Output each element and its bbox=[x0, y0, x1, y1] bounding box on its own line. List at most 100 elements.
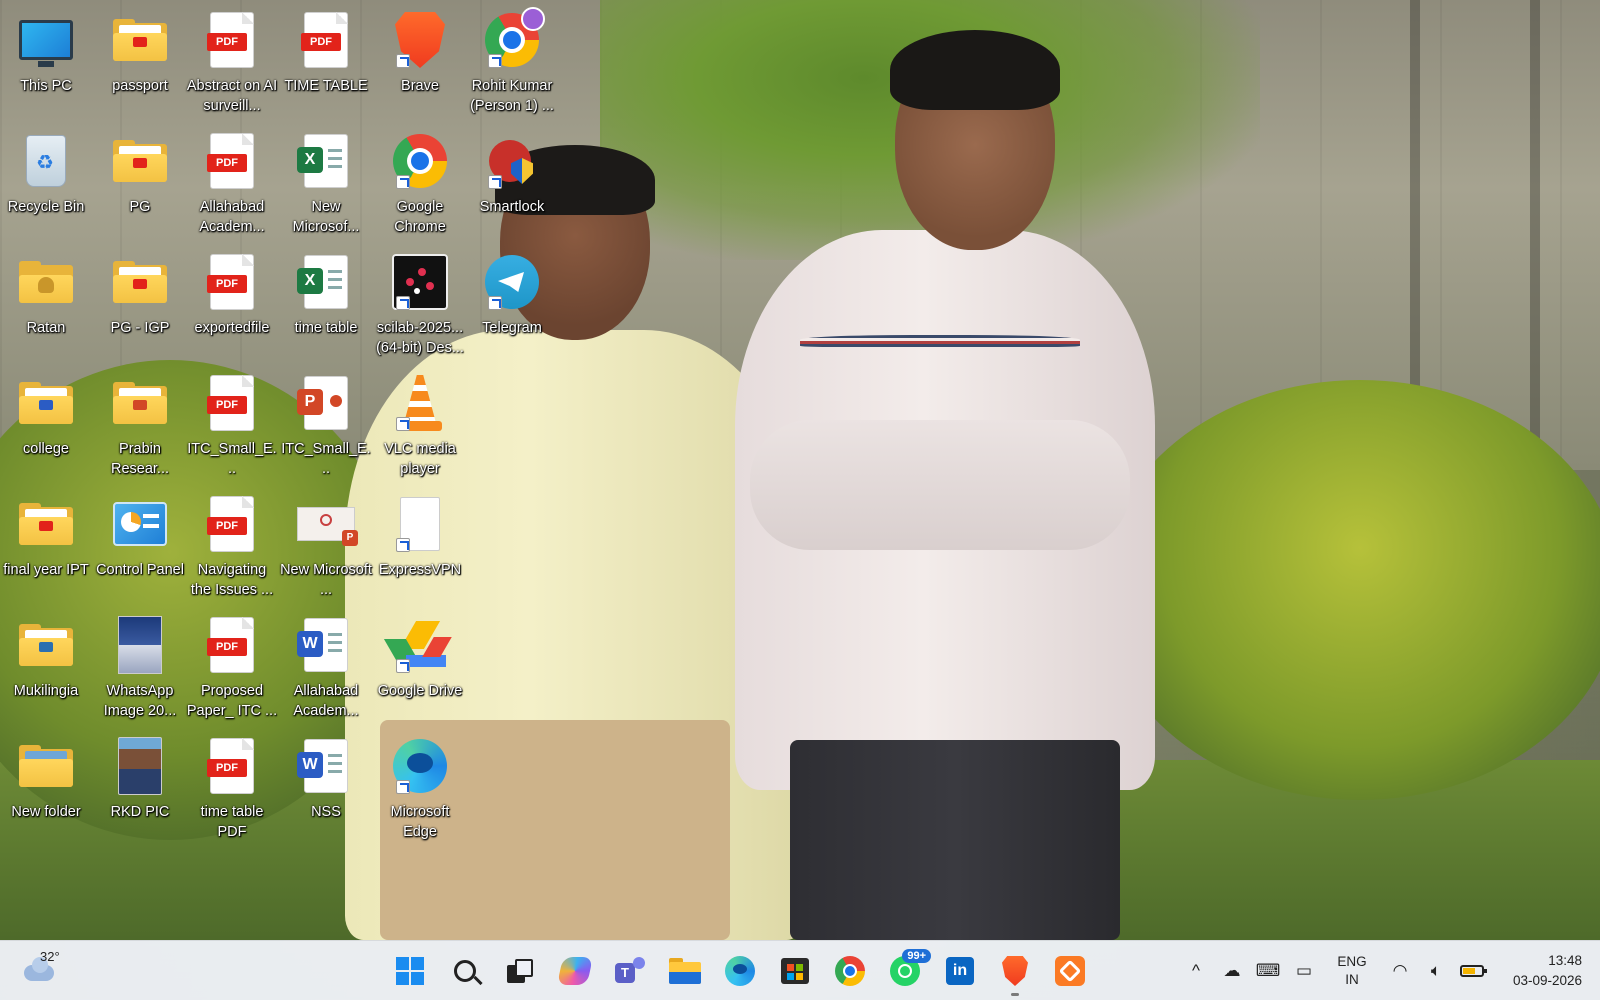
desktop-icon-label: Navigating the Issues ... bbox=[190, 562, 274, 598]
desktop-icon-label: Prabin Resear... bbox=[110, 441, 170, 477]
copilot-icon bbox=[557, 957, 593, 985]
cloud-off-icon: ☁ bbox=[1223, 961, 1241, 980]
desktop-icon-pdf[interactable]: PDF Allahabad Academ... bbox=[186, 127, 278, 245]
desktop-icon-telegram[interactable]: Telegram bbox=[466, 248, 558, 366]
desktop-icon-ratan[interactable]: Ratan bbox=[0, 248, 92, 366]
desktop-icon-label: college bbox=[23, 441, 69, 457]
show-hidden-icons-button[interactable]: ^ bbox=[1178, 953, 1214, 989]
desktop-icon-microsoft-edge[interactable]: Microsoft Edge bbox=[374, 732, 466, 850]
desktop-icon-pdf[interactable]: PDF exportedfile bbox=[186, 248, 278, 366]
brave-button[interactable] bbox=[993, 949, 1037, 996]
desktop-icon-label: Recycle Bin bbox=[7, 199, 85, 215]
desktop-icon-vlc[interactable]: VLC media player bbox=[374, 369, 466, 487]
task-view-button[interactable] bbox=[498, 949, 542, 993]
chrome-button[interactable] bbox=[828, 949, 872, 993]
xampp-button[interactable] bbox=[1048, 949, 1092, 993]
desktop-icon-pdf[interactable]: PDF ITC_Small_E... bbox=[186, 369, 278, 487]
desktop-icon-google-drive[interactable]: Google Drive bbox=[374, 611, 466, 729]
user-folder-icon bbox=[16, 252, 76, 312]
desktop-icon-passport[interactable]: passport bbox=[94, 6, 186, 124]
volume-button[interactable]: 🔈︎ bbox=[1418, 953, 1454, 989]
onedrive-status[interactable]: ☁ bbox=[1214, 953, 1250, 989]
desktop-icon-recycle-bin[interactable]: Recycle Bin bbox=[0, 127, 92, 245]
desktop-icon-this-pc[interactable]: This PC bbox=[0, 6, 92, 124]
desktop-icon-final-year-ipt[interactable]: final year IPT bbox=[0, 490, 92, 608]
desktop-icon-word[interactable]: W Allahabad Academ... bbox=[280, 611, 372, 729]
desktop-icon-pdf[interactable]: PDF TIME TABLE bbox=[280, 6, 372, 124]
desktop-icon-label: PG bbox=[129, 199, 151, 215]
desktop-icon-pdf[interactable]: PDF Navigating the Issues ... bbox=[186, 490, 278, 608]
desktop-icon-brave[interactable]: Brave bbox=[374, 6, 466, 124]
clock-date: 03-09-2026 bbox=[1512, 973, 1582, 988]
store-button[interactable] bbox=[773, 949, 817, 993]
clock[interactable]: 13:48 03-09-2026 bbox=[1490, 951, 1600, 991]
desktop-icon-new-folder[interactable]: New folder bbox=[0, 732, 92, 850]
search-button[interactable] bbox=[443, 949, 487, 993]
copilot-button[interactable] bbox=[553, 949, 597, 993]
desktop-icon-prabin-research[interactable]: Prabin Resear... bbox=[94, 369, 186, 487]
desktop-icon-powerpoint-image[interactable]: P New Microsoft ... bbox=[280, 490, 372, 608]
desktop-icon-pg-igp[interactable]: PG - IGP bbox=[94, 248, 186, 366]
task-view-icon bbox=[507, 959, 533, 983]
language-indicator[interactable]: ENG IN bbox=[1322, 953, 1382, 989]
desktop-icon-label: Proposed Paper_ ITC ... bbox=[186, 683, 278, 719]
desktop-icon-label: Rohit Kumar (Person 1) ... bbox=[470, 78, 554, 114]
wifi-icon: ◠ bbox=[1392, 961, 1408, 980]
desktop-icon-powerpoint[interactable]: P ITC_Small_E... bbox=[280, 369, 372, 487]
telegram-icon bbox=[482, 252, 542, 312]
desktop-icon-word[interactable]: W NSS bbox=[280, 732, 372, 850]
desktop-icon-pdf[interactable]: PDF Abstract on AI surveill... bbox=[186, 6, 278, 124]
network-button[interactable]: ◠ bbox=[1382, 953, 1418, 989]
edge-icon bbox=[725, 956, 755, 986]
folder-icon bbox=[16, 373, 76, 433]
control-panel-icon bbox=[110, 494, 170, 554]
touch-keyboard-button[interactable]: ⌨ bbox=[1250, 953, 1286, 989]
desktop-icon-excel[interactable]: X time table bbox=[280, 248, 372, 366]
whatsapp-button[interactable]: 99+ bbox=[883, 949, 931, 993]
pdf-icon: PDF bbox=[202, 373, 262, 433]
pdf-icon: PDF bbox=[202, 494, 262, 554]
desktop-icon-chrome-profile[interactable]: Rohit Kumar (Person 1) ... bbox=[466, 6, 558, 124]
folder-icon bbox=[16, 615, 76, 675]
pdf-icon: PDF bbox=[202, 131, 262, 191]
desktop-icon-rkd-pic[interactable]: RKD PIC bbox=[94, 732, 186, 850]
pen-menu-button[interactable]: ▭ bbox=[1286, 953, 1322, 989]
folder-icon bbox=[110, 252, 170, 312]
desktop-icon-excel[interactable]: X New Microsof... bbox=[280, 127, 372, 245]
desktop-icon-google-chrome[interactable]: Google Chrome bbox=[374, 127, 466, 245]
store-icon bbox=[781, 958, 809, 984]
edge-button[interactable] bbox=[718, 949, 762, 993]
cloud-icon bbox=[24, 957, 54, 981]
notification-badge: 99+ bbox=[902, 949, 931, 963]
word-icon: W bbox=[296, 615, 356, 675]
desktop-icon-pg[interactable]: PG bbox=[94, 127, 186, 245]
folder-icon bbox=[110, 373, 170, 433]
start-button[interactable] bbox=[388, 949, 432, 993]
excel-icon: X bbox=[296, 131, 356, 191]
linkedin-icon: in bbox=[946, 957, 974, 985]
desktop-icon-mukilingia[interactable]: Mukilingia bbox=[0, 611, 92, 729]
file-explorer-button[interactable] bbox=[663, 949, 707, 993]
folder-icon bbox=[16, 494, 76, 554]
desktop-icon-pdf[interactable]: PDF time table PDF bbox=[186, 732, 278, 850]
desktop-icon-label: Google Chrome bbox=[394, 199, 446, 235]
desktop-icon-label: scilab-2025... (64-bit) Des... bbox=[376, 320, 464, 356]
battery-button[interactable] bbox=[1454, 953, 1490, 989]
weather-widget[interactable]: 32° bbox=[22, 949, 72, 993]
search-icon bbox=[454, 960, 483, 986]
desktop-icon-whatsapp-image[interactable]: WhatsApp Image 20... bbox=[94, 611, 186, 729]
desktop-icon-expressvpn[interactable]: ExpressVPN bbox=[374, 490, 466, 608]
desktop-icon-label: Ratan bbox=[26, 320, 66, 336]
edge-icon bbox=[390, 736, 450, 796]
desktop-icon-pdf[interactable]: PDF Proposed Paper_ ITC ... bbox=[186, 611, 278, 729]
linkedin-button[interactable]: in bbox=[938, 949, 982, 993]
teams-button[interactable]: T bbox=[608, 949, 652, 993]
desktop-icon-control-panel[interactable]: Control Panel bbox=[94, 490, 186, 608]
windows-icon bbox=[396, 957, 424, 985]
desktop-icon-scilab[interactable]: scilab-2025... (64-bit) Des... bbox=[374, 248, 466, 366]
desktop-icon-smartlock[interactable]: Smartlock bbox=[466, 127, 558, 245]
folder-icon bbox=[669, 958, 701, 984]
desktop-icon-college[interactable]: college bbox=[0, 369, 92, 487]
chrome-icon bbox=[835, 956, 865, 986]
desktop-icon-label: Smartlock bbox=[479, 199, 545, 215]
